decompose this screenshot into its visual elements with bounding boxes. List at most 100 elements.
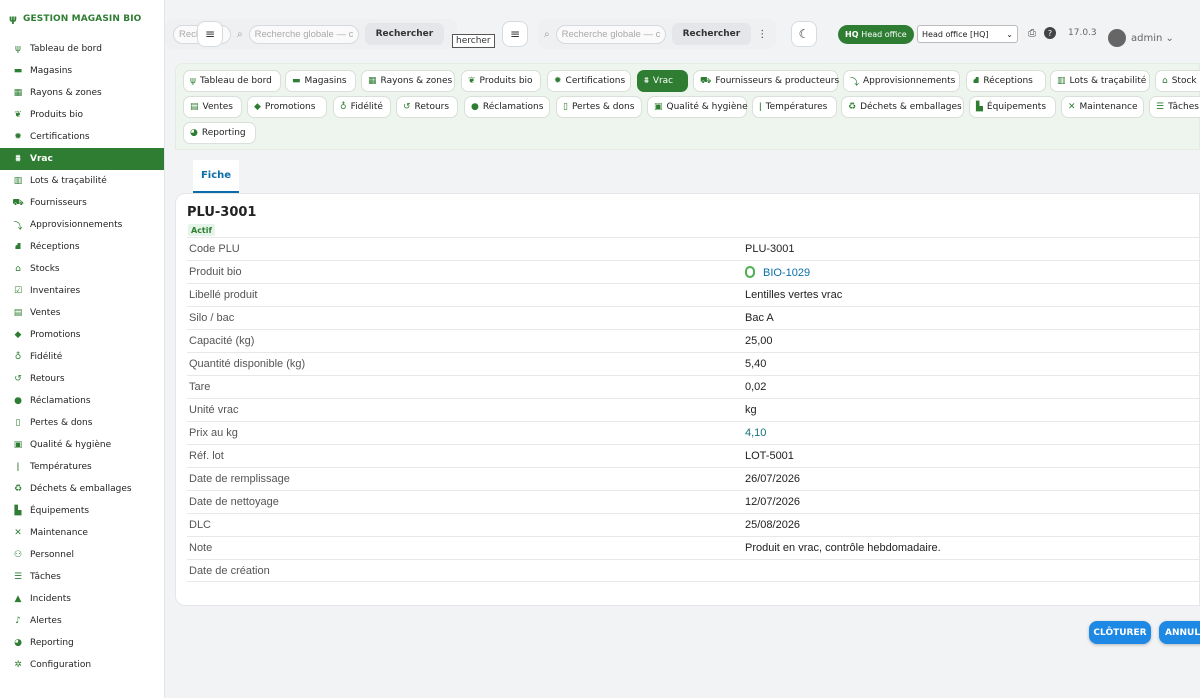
field-value-text: LOT-5001: [745, 450, 794, 462]
sidebar-item-trash[interactable]: ▯ Pertes & dons: [0, 412, 164, 434]
sidebar-item-gear[interactable]: ✲ Configuration: [0, 654, 164, 676]
sidebar-item-label: Approvisionnements: [30, 220, 123, 230]
tab-cash-register[interactable]: ▤ Ventes: [183, 96, 242, 118]
field-value-text: BIO-1029: [763, 266, 811, 279]
sidebar-item-warehouse[interactable]: ⌂ Stocks: [0, 258, 164, 280]
cancel-button[interactable]: ANNULER: [1159, 621, 1200, 644]
tab-fiche[interactable]: Fiche: [193, 160, 239, 193]
sidebar-item-supply[interactable]: ⤵ Approvisionnements: [0, 214, 164, 236]
tab-supply[interactable]: ⤵ Approvisionnements: [843, 70, 960, 92]
tab-trash[interactable]: ▯ Pertes & dons: [556, 96, 642, 118]
sidebar-item-recycle[interactable]: ♻ Déchets & emballages: [0, 478, 164, 500]
tab-label: Températures: [765, 102, 828, 112]
sidebar-item-cash-register[interactable]: ▤ Ventes: [0, 302, 164, 324]
field-value: Bac A: [745, 312, 774, 324]
tab-warehouse[interactable]: ⌂ Stock: [1155, 70, 1200, 92]
tab-label: Stock: [1171, 76, 1197, 86]
sidebar-item-comment[interactable]: ● Réclamations: [0, 390, 164, 412]
tab-recycle[interactable]: ♻ Déchets & emballages: [841, 96, 964, 118]
user-menu[interactable]: admin ⌄: [1131, 33, 1174, 44]
bulk-icon: ⩩: [644, 76, 649, 86]
tab-clipboard[interactable]: ▣ Qualité & hygiène: [647, 96, 748, 118]
sidebar-item-clipboard-check[interactable]: ☑ Inventaires: [0, 280, 164, 302]
hq-badge[interactable]: HQ Head office: [838, 25, 914, 44]
menu-toggle-button[interactable]: ≡: [197, 21, 223, 47]
sidebar-item-dolly[interactable]: ⛘ Réceptions: [0, 236, 164, 258]
tab-certificate[interactable]: ✹ Certifications: [547, 70, 631, 92]
tab-label: Ventes: [202, 102, 233, 112]
search-input-2[interactable]: Recherche globale — c: [555, 24, 666, 44]
sidebar-item-label: Certifications: [30, 132, 90, 142]
tab-undo[interactable]: ↺ Retours: [396, 96, 458, 118]
avatar[interactable]: [1108, 29, 1126, 47]
sidebar-item-barcode[interactable]: ▥ Lots & traçabilité: [0, 170, 164, 192]
tab-store[interactable]: ▬ Magasins: [285, 70, 356, 92]
tab-label: Approvisionnements: [863, 76, 956, 86]
sidebar-item-undo[interactable]: ↺ Retours: [0, 368, 164, 390]
tab-tag[interactable]: ◆ Promotions: [247, 96, 327, 118]
sidebar-item-tag[interactable]: ◆ Promotions: [0, 324, 164, 346]
field-label: Note: [189, 542, 213, 554]
field-row: Date de remplissage 26/07/2026: [187, 467, 1200, 490]
sidebar-item-users[interactable]: ⚇ Personnel: [0, 544, 164, 566]
sidebar-item-chart-pie[interactable]: ◕ Reporting: [0, 632, 164, 654]
warning-icon: ▲: [14, 594, 22, 604]
store-icon: ▬: [13, 66, 23, 76]
sidebar-item-bell[interactable]: ♪ Alertes: [0, 610, 164, 632]
tab-barcode[interactable]: ▥ Lots & traçabilité: [1050, 70, 1150, 92]
tab-bulk[interactable]: ⩩ Vrac: [637, 70, 688, 92]
sidebar-item-clipboard[interactable]: ▣ Qualité & hygiène: [0, 434, 164, 456]
tab-equipment[interactable]: ▙ Équipements: [969, 96, 1056, 118]
tab-leaf[interactable]: ❦ Produits bio: [461, 70, 541, 92]
field-row: Tare 0,02: [187, 375, 1200, 398]
tab-grid[interactable]: ▦ Rayons & zones: [361, 70, 455, 92]
field-value: 12/07/2026: [745, 496, 800, 508]
sidebar-item-equipment[interactable]: ▙ Équipements: [0, 500, 164, 522]
sidebar-item-label: Tâches: [30, 572, 61, 582]
sidebar-item-warning[interactable]: ▲ Incidents: [0, 588, 164, 610]
tab-award[interactable]: ♁ Fidélité: [333, 96, 391, 118]
tab-label: Maintenance: [1079, 102, 1138, 112]
truck-icon: ⛟: [700, 75, 712, 86]
help-icon[interactable]: ?: [1044, 27, 1056, 39]
field-value[interactable]: BIO-1029: [745, 265, 811, 279]
sidebar-item-sprout[interactable]: ψ Tableau de bord: [0, 38, 164, 60]
sidebar-item-tools[interactable]: ✕ Maintenance: [0, 522, 164, 544]
close-button[interactable]: CLÔTURER: [1089, 621, 1151, 644]
search-group-2: ⌕ Recherche globale — c Rechercher ⋮: [538, 19, 776, 49]
search-input[interactable]: Recherche globale — c: [248, 24, 359, 44]
thermometer-icon: ǀ: [759, 102, 762, 112]
sidebar-item-truck[interactable]: ⛟ Fournisseurs: [0, 192, 164, 214]
sidebar-item-grid[interactable]: ▦ Rayons & zones: [0, 82, 164, 104]
tab-thermometer[interactable]: ǀ Températures: [752, 96, 837, 118]
tab-sprout[interactable]: ψ Tableau de bord: [183, 70, 281, 92]
kebab-icon[interactable]: ⋮: [757, 29, 767, 40]
menu-toggle-button-2[interactable]: ≡: [502, 21, 528, 47]
tab-tools[interactable]: ✕ Maintenance: [1061, 96, 1144, 118]
sidebar-item-award[interactable]: ♁ Fidélité: [0, 346, 164, 368]
sidebar-item-thermometer[interactable]: ǀ Températures: [0, 456, 164, 478]
tab-chart-pie[interactable]: ◕ Reporting: [183, 122, 256, 144]
supply-icon: ⤵: [850, 77, 860, 88]
sidebar-item-leaf[interactable]: ❦ Produits bio: [0, 104, 164, 126]
search-button-2[interactable]: Rechercher: [671, 23, 752, 45]
search-button[interactable]: Rechercher: [364, 23, 445, 45]
tab-comment[interactable]: ● Réclamations: [464, 96, 550, 118]
sidebar-item-store[interactable]: ▬ Magasins: [0, 60, 164, 82]
clipboard-check-icon: ☑: [13, 286, 23, 296]
user-name: admin: [1131, 33, 1163, 44]
brand[interactable]: ψ GESTION MAGASIN BIO: [0, 0, 164, 38]
sidebar-item-bulk[interactable]: ⩩ Vrac: [0, 148, 164, 170]
sidebar-item-list[interactable]: ☰ Tâches: [0, 566, 164, 588]
tab-truck[interactable]: ⛟ Fournisseurs & producteurs: [693, 70, 839, 92]
sidebar-item-certificate[interactable]: ✹ Certifications: [0, 126, 164, 148]
office-select[interactable]: Head office [HQ] ⌄: [917, 25, 1018, 43]
print-icon[interactable]: ⎙: [1028, 28, 1036, 39]
tab-dolly[interactable]: ⛘ Réceptions: [966, 70, 1046, 92]
tab-list[interactable]: ☰ Tâches: [1149, 96, 1200, 118]
tab-label: Vrac: [652, 76, 674, 86]
field-value: Produit en vrac, contrôle hebdomadaire.: [745, 542, 941, 554]
sidebar-item-label: Retours: [30, 374, 65, 384]
field-value: 5,40: [745, 358, 766, 370]
theme-toggle-button[interactable]: ☾: [791, 21, 817, 47]
